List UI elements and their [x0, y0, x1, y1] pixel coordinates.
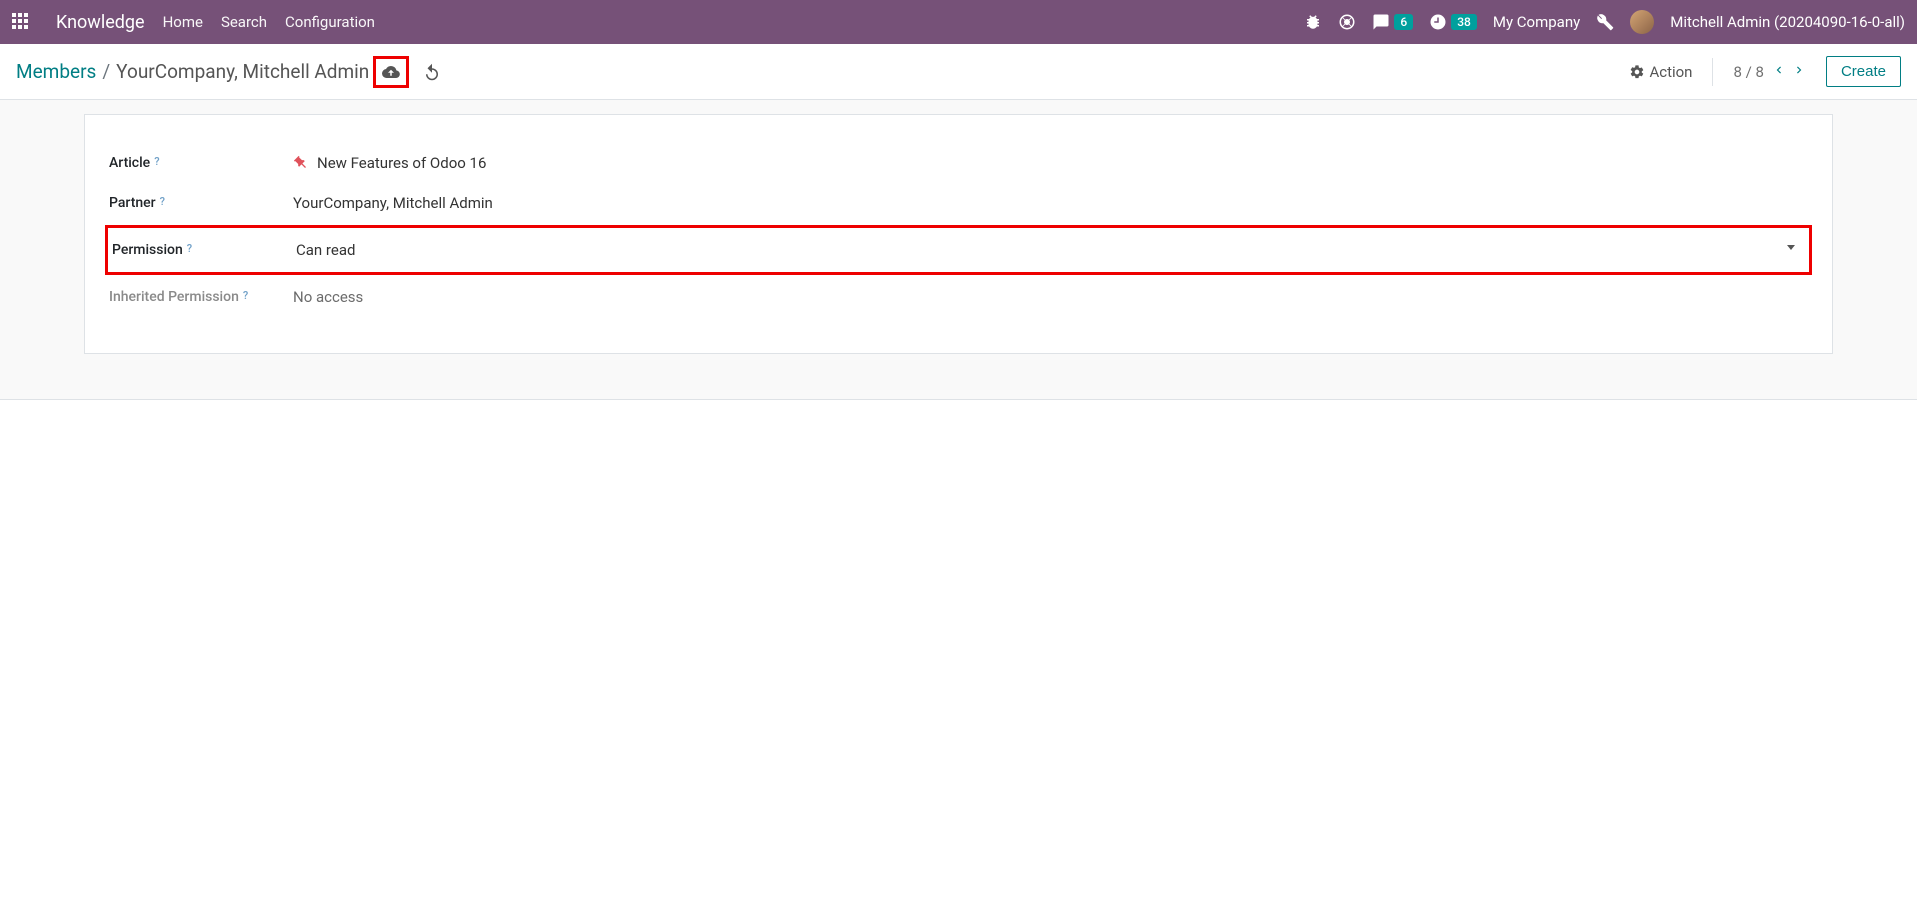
chevron-right-icon	[1792, 63, 1806, 77]
debug-tools-icon[interactable]	[1596, 13, 1614, 31]
permission-highlight-box: Permission ? Can read	[105, 225, 1812, 275]
control-panel: Members / YourCompany, Mitchell Admin Ac…	[0, 44, 1917, 100]
avatar[interactable]	[1630, 10, 1654, 34]
chevron-left-icon	[1772, 63, 1786, 77]
bug-icon[interactable]	[1304, 13, 1322, 31]
action-button[interactable]: Action	[1629, 63, 1692, 81]
breadcrumb: Members / YourCompany, Mitchell Admin	[16, 60, 369, 83]
breadcrumb-current: YourCompany, Mitchell Admin	[116, 60, 369, 83]
divider	[1712, 58, 1713, 86]
breadcrumb-root[interactable]: Members	[16, 60, 96, 83]
cloud-save-icon[interactable]	[382, 63, 400, 81]
permission-select[interactable]: Can read	[296, 241, 1805, 259]
clock-icon	[1429, 13, 1447, 31]
form-card: Article ? New Features of Odoo 16 Partne…	[84, 114, 1833, 354]
help-icon[interactable]: ?	[243, 289, 248, 302]
pager-value[interactable]: 8 / 8	[1733, 63, 1764, 81]
gear-icon	[1629, 64, 1645, 80]
support-icon[interactable]	[1338, 13, 1356, 31]
permission-label: Permission ?	[112, 242, 296, 258]
field-partner: Partner ? YourCompany, Mitchell Admin	[109, 183, 1808, 223]
messages-indicator[interactable]: 6	[1372, 13, 1413, 31]
partner-value[interactable]: YourCompany, Mitchell Admin	[293, 194, 1808, 212]
company-switcher[interactable]: My Company	[1493, 13, 1580, 31]
action-label: Action	[1649, 63, 1692, 81]
discard-icon[interactable]	[423, 63, 441, 81]
save-highlight-box	[373, 56, 409, 88]
top-navbar: Knowledge Home Search Configuration 6 38…	[0, 0, 1917, 44]
pager-next-button[interactable]	[1792, 63, 1806, 81]
field-permission: Permission ? Can read	[112, 230, 1805, 270]
breadcrumb-separator: /	[102, 60, 110, 83]
field-article: Article ? New Features of Odoo 16	[109, 143, 1808, 183]
messages-icon	[1372, 13, 1390, 31]
pin-icon	[290, 152, 313, 175]
activities-indicator[interactable]: 38	[1429, 13, 1477, 31]
help-icon[interactable]: ?	[154, 155, 159, 168]
chevron-down-icon	[1787, 245, 1797, 255]
article-label: Article ?	[109, 155, 293, 171]
nav-home[interactable]: Home	[163, 13, 203, 31]
field-inherited-permission: Inherited Permission ? No access	[109, 277, 1808, 317]
create-button[interactable]: Create	[1826, 56, 1901, 87]
apps-icon[interactable]	[12, 13, 30, 31]
article-value[interactable]: New Features of Odoo 16	[293, 154, 1808, 172]
nav-configuration[interactable]: Configuration	[285, 13, 375, 31]
activities-badge: 38	[1451, 14, 1477, 30]
nav-search[interactable]: Search	[221, 13, 267, 31]
app-brand[interactable]: Knowledge	[56, 12, 145, 33]
inherited-permission-label: Inherited Permission ?	[109, 289, 293, 305]
pager: 8 / 8	[1733, 63, 1806, 81]
help-icon[interactable]: ?	[160, 195, 165, 208]
form-area: Article ? New Features of Odoo 16 Partne…	[0, 100, 1917, 400]
partner-label: Partner ?	[109, 195, 293, 211]
inherited-permission-value: No access	[293, 288, 1808, 306]
pager-prev-button[interactable]	[1772, 63, 1786, 81]
messages-badge: 6	[1394, 14, 1413, 30]
user-menu[interactable]: Mitchell Admin (20204090-16-0-all)	[1670, 13, 1905, 31]
help-icon[interactable]: ?	[187, 242, 192, 255]
